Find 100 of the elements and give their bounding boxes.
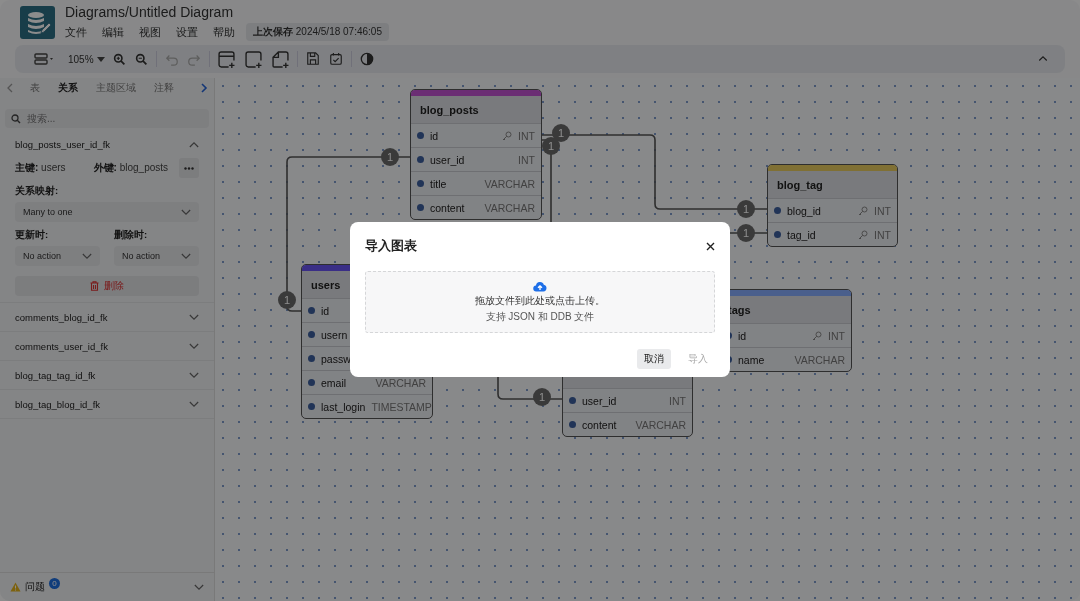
chevron-down-icon [181,252,191,260]
file-dropzone[interactable]: 拖放文件到此处或点击上传。 支持 JSON 和 DDB 文件 [365,271,715,333]
relationship-header[interactable]: blog_posts_user_id_fk [0,130,214,158]
field-dot-icon [417,132,424,139]
table-name: blog_tag [777,178,823,191]
search-input[interactable]: 搜索... [27,113,187,124]
layout-menu-icon[interactable] [34,51,54,67]
cardinality-label: 1 [381,148,399,166]
foreign-key-text: 外键: blog_posts [93,161,169,175]
table-node[interactable]: blog_tag blog_id INT tag_id INT [767,164,898,247]
field-type: TIMESTAMP [371,400,432,413]
menu-item[interactable]: 编辑 [102,24,124,40]
chevron-up-icon [189,140,199,148]
field-type: VARCHAR [794,353,845,366]
cardinality-label: 1 [533,388,551,406]
field-dot-icon [774,207,781,214]
field-dot-icon [569,421,576,428]
field-type: VARCHAR [635,418,686,431]
table-name: blog_posts [420,103,479,116]
more-button[interactable] [179,158,199,178]
field-type: INT [874,204,891,217]
search-icon [11,113,21,124]
zoom-in-icon[interactable] [112,52,126,66]
zoom-out-icon[interactable] [134,52,148,66]
dialog-button[interactable]: 取消 [637,349,671,369]
field-name: blog_id [787,204,821,217]
menu-item[interactable]: 设置 [176,24,198,40]
relationship-header[interactable]: blog_tag_blog_id_fk [0,390,214,418]
menu-item[interactable]: 帮助 [213,24,235,40]
field-name: id [430,129,439,142]
diagram-title: Diagrams/Untitled Diagram [65,4,235,20]
field-name: last_login [321,400,366,413]
save-icon[interactable] [305,52,320,66]
menu-item[interactable]: 文件 [65,24,87,40]
field-dot-icon [308,355,315,362]
cardinality-label: 1 [542,137,560,155]
sidebar-tab[interactable]: 表 [21,81,49,95]
add-note-icon[interactable] [271,50,289,68]
cardinality-label: 1 [278,291,296,309]
relationship-header[interactable]: comments_user_id_fk [0,332,214,360]
cardinality-select[interactable]: Many to one [15,202,199,222]
chevron-down-icon [189,342,199,350]
field-name: content [430,201,465,214]
field-dot-icon [569,397,576,404]
field-dot-icon [308,307,315,314]
relationship-header[interactable]: blog_tag_tag_id_fk [0,361,214,389]
dropzone-hint: 支持 JSON 和 DDB 文件 [485,309,595,324]
sidebar-tab[interactable]: 注释 [145,81,183,95]
search-field[interactable]: 搜索... [5,109,209,128]
field-label: 更新时: [15,229,50,242]
field-name: name [738,353,765,366]
chevron-down-icon [181,208,191,216]
field-name: email [321,376,347,389]
field-dot-icon [417,156,424,163]
primary-key-text: 主键: users [15,161,66,175]
field-label: 删除时: [114,229,149,242]
menu-item[interactable]: 视图 [139,24,161,40]
field-name: id [738,329,747,342]
caret-icon [96,56,105,62]
field-dot-icon [417,204,424,211]
chevron-right-icon[interactable] [199,82,209,94]
on-update-select[interactable]: No action [15,246,100,266]
chevron-down-icon [194,583,204,591]
trash-icon [90,281,99,291]
field-type: INT [518,129,535,142]
field-type: VARCHAR [484,177,535,190]
add-table-icon[interactable] [217,50,235,68]
calendar-check-icon[interactable] [328,52,343,66]
ellipsis-icon [184,166,194,170]
field-name: passw [321,352,351,365]
zoom-dropdown[interactable]: 105% [68,53,105,65]
last-saved-label: 上次保存 2024/5/18 07:46:05 [246,23,389,41]
table-node[interactable]: blog_posts id INT user_id INT title VARCHAR content VARCHAR [410,89,542,220]
chevron-down-icon [189,400,199,408]
warning-icon [10,582,21,592]
close-icon[interactable] [706,242,715,251]
dropzone-text: 拖放文件到此处或点击上传。 [475,293,605,308]
field-type: VARCHAR [484,201,535,214]
theme-toggle-icon[interactable] [359,52,374,66]
cardinality-label: 1 [552,124,570,142]
field-name: tag_id [787,228,816,241]
field-dot-icon [308,403,315,410]
field-name: usern [321,328,348,341]
field-label: 关系映射: [15,185,60,198]
add-area-icon[interactable] [244,50,262,68]
cloud-upload-icon [533,280,547,292]
issues-label: 问题 [25,580,45,594]
field-name: title [430,177,447,190]
on-delete-select[interactable]: No action [114,246,199,266]
field-name: user_id [582,394,617,407]
database-logo-icon[interactable] [20,6,55,39]
delete-button[interactable]: 删除 [15,276,199,296]
relationship-header[interactable]: comments_blog_id_fk [0,303,214,331]
cardinality-label: 1 [737,200,755,218]
field-dot-icon [417,180,424,187]
field-name: user_id [430,153,465,166]
sidebar-tab[interactable]: 关系 [49,81,87,95]
field-type: INT [874,228,891,241]
table-name: users [311,278,341,291]
cardinality-label: 1 [737,224,755,242]
